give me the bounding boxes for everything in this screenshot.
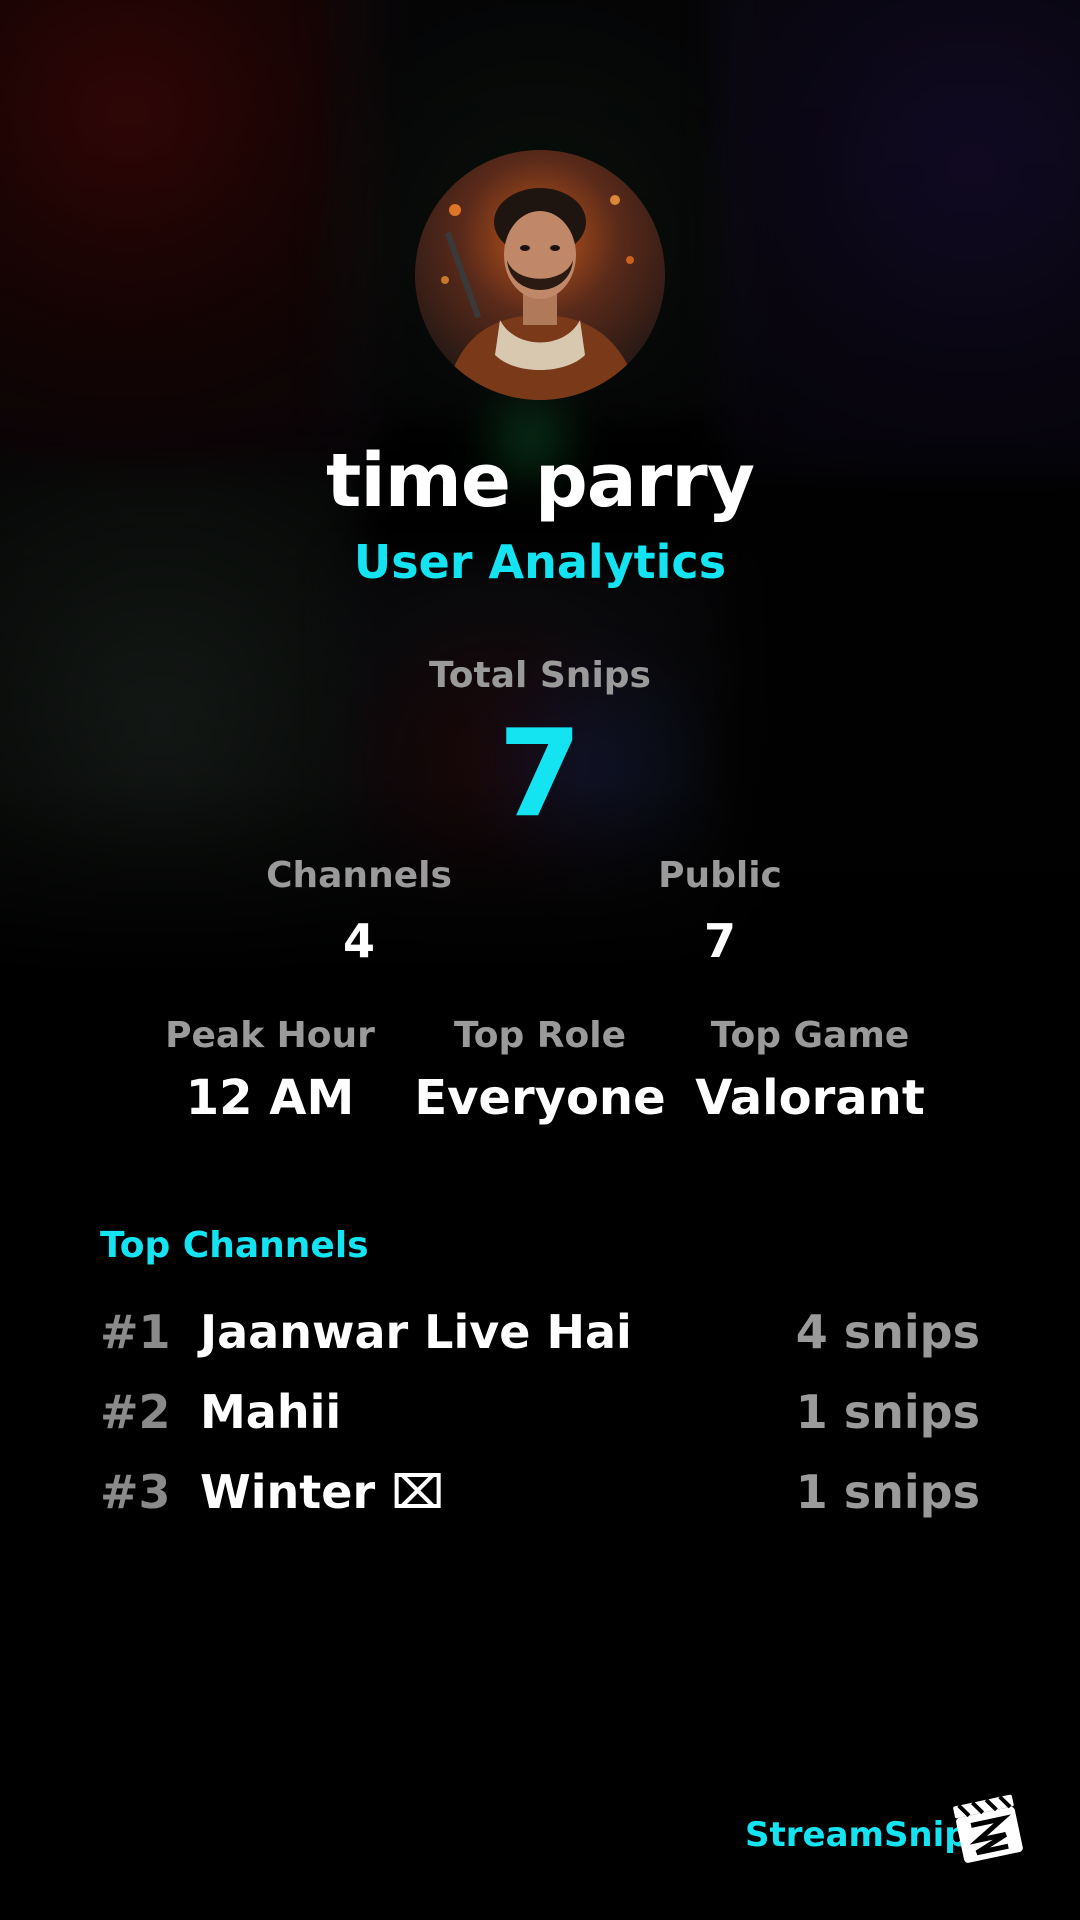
total-snips-label: Total Snips: [429, 655, 651, 696]
channel-snip-count: 4 snips: [795, 1305, 980, 1359]
page-subtitle: User Analytics: [353, 535, 727, 589]
channel-rank: #2: [100, 1385, 171, 1439]
stat-top-role-label: Top Role: [453, 1015, 627, 1056]
channel-rank: #1: [100, 1305, 171, 1359]
avatar-portrait-icon: [415, 150, 665, 400]
channel-snip-count: 1 snips: [795, 1465, 980, 1519]
stat-peak-hour-label: Peak Hour: [165, 1015, 375, 1056]
stat-channels-label: Channels: [266, 855, 452, 896]
total-snips-value: 7: [498, 705, 582, 844]
stat-top-role-value: Everyone: [414, 1070, 666, 1126]
stat-channels: Channels 4: [229, 855, 489, 968]
channel-name: Jaanwar Live Hai: [200, 1305, 632, 1359]
stat-public-label: Public: [658, 855, 782, 896]
stat-top-game-label: Top Game: [710, 1015, 910, 1056]
top-channels-heading: Top Channels: [100, 1225, 369, 1266]
channel-list-item: #2 Mahii 1 snips: [100, 1385, 980, 1445]
stat-channels-value: 4: [342, 914, 375, 968]
analytics-card: time parry User Analytics Total Snips 7 …: [0, 0, 1080, 1920]
stat-top-game: Top Game Valorant: [670, 1015, 950, 1126]
user-avatar: [415, 150, 665, 400]
stat-peak-hour-value: 12 AM: [185, 1070, 355, 1126]
channel-list-item: #3 Winter ⌧ 1 snips: [100, 1465, 980, 1525]
channel-name: Mahii: [200, 1385, 342, 1439]
username-title: time parry: [326, 438, 755, 524]
brand-name: StreamSnip: [745, 1815, 969, 1855]
stat-peak-hour: Peak Hour 12 AM: [130, 1015, 410, 1126]
clapperboard-logo-icon: [950, 1790, 1026, 1866]
channel-name: Winter ⌧: [200, 1465, 445, 1519]
channel-snip-count: 1 snips: [795, 1385, 980, 1439]
stat-top-game-value: Valorant: [695, 1070, 925, 1126]
stat-top-role: Top Role Everyone: [400, 1015, 680, 1126]
stat-public: Public 7: [590, 855, 850, 968]
channel-list-item: #1 Jaanwar Live Hai 4 snips: [100, 1305, 980, 1365]
channel-rank: #3: [100, 1465, 171, 1519]
stat-public-value: 7: [703, 914, 736, 968]
